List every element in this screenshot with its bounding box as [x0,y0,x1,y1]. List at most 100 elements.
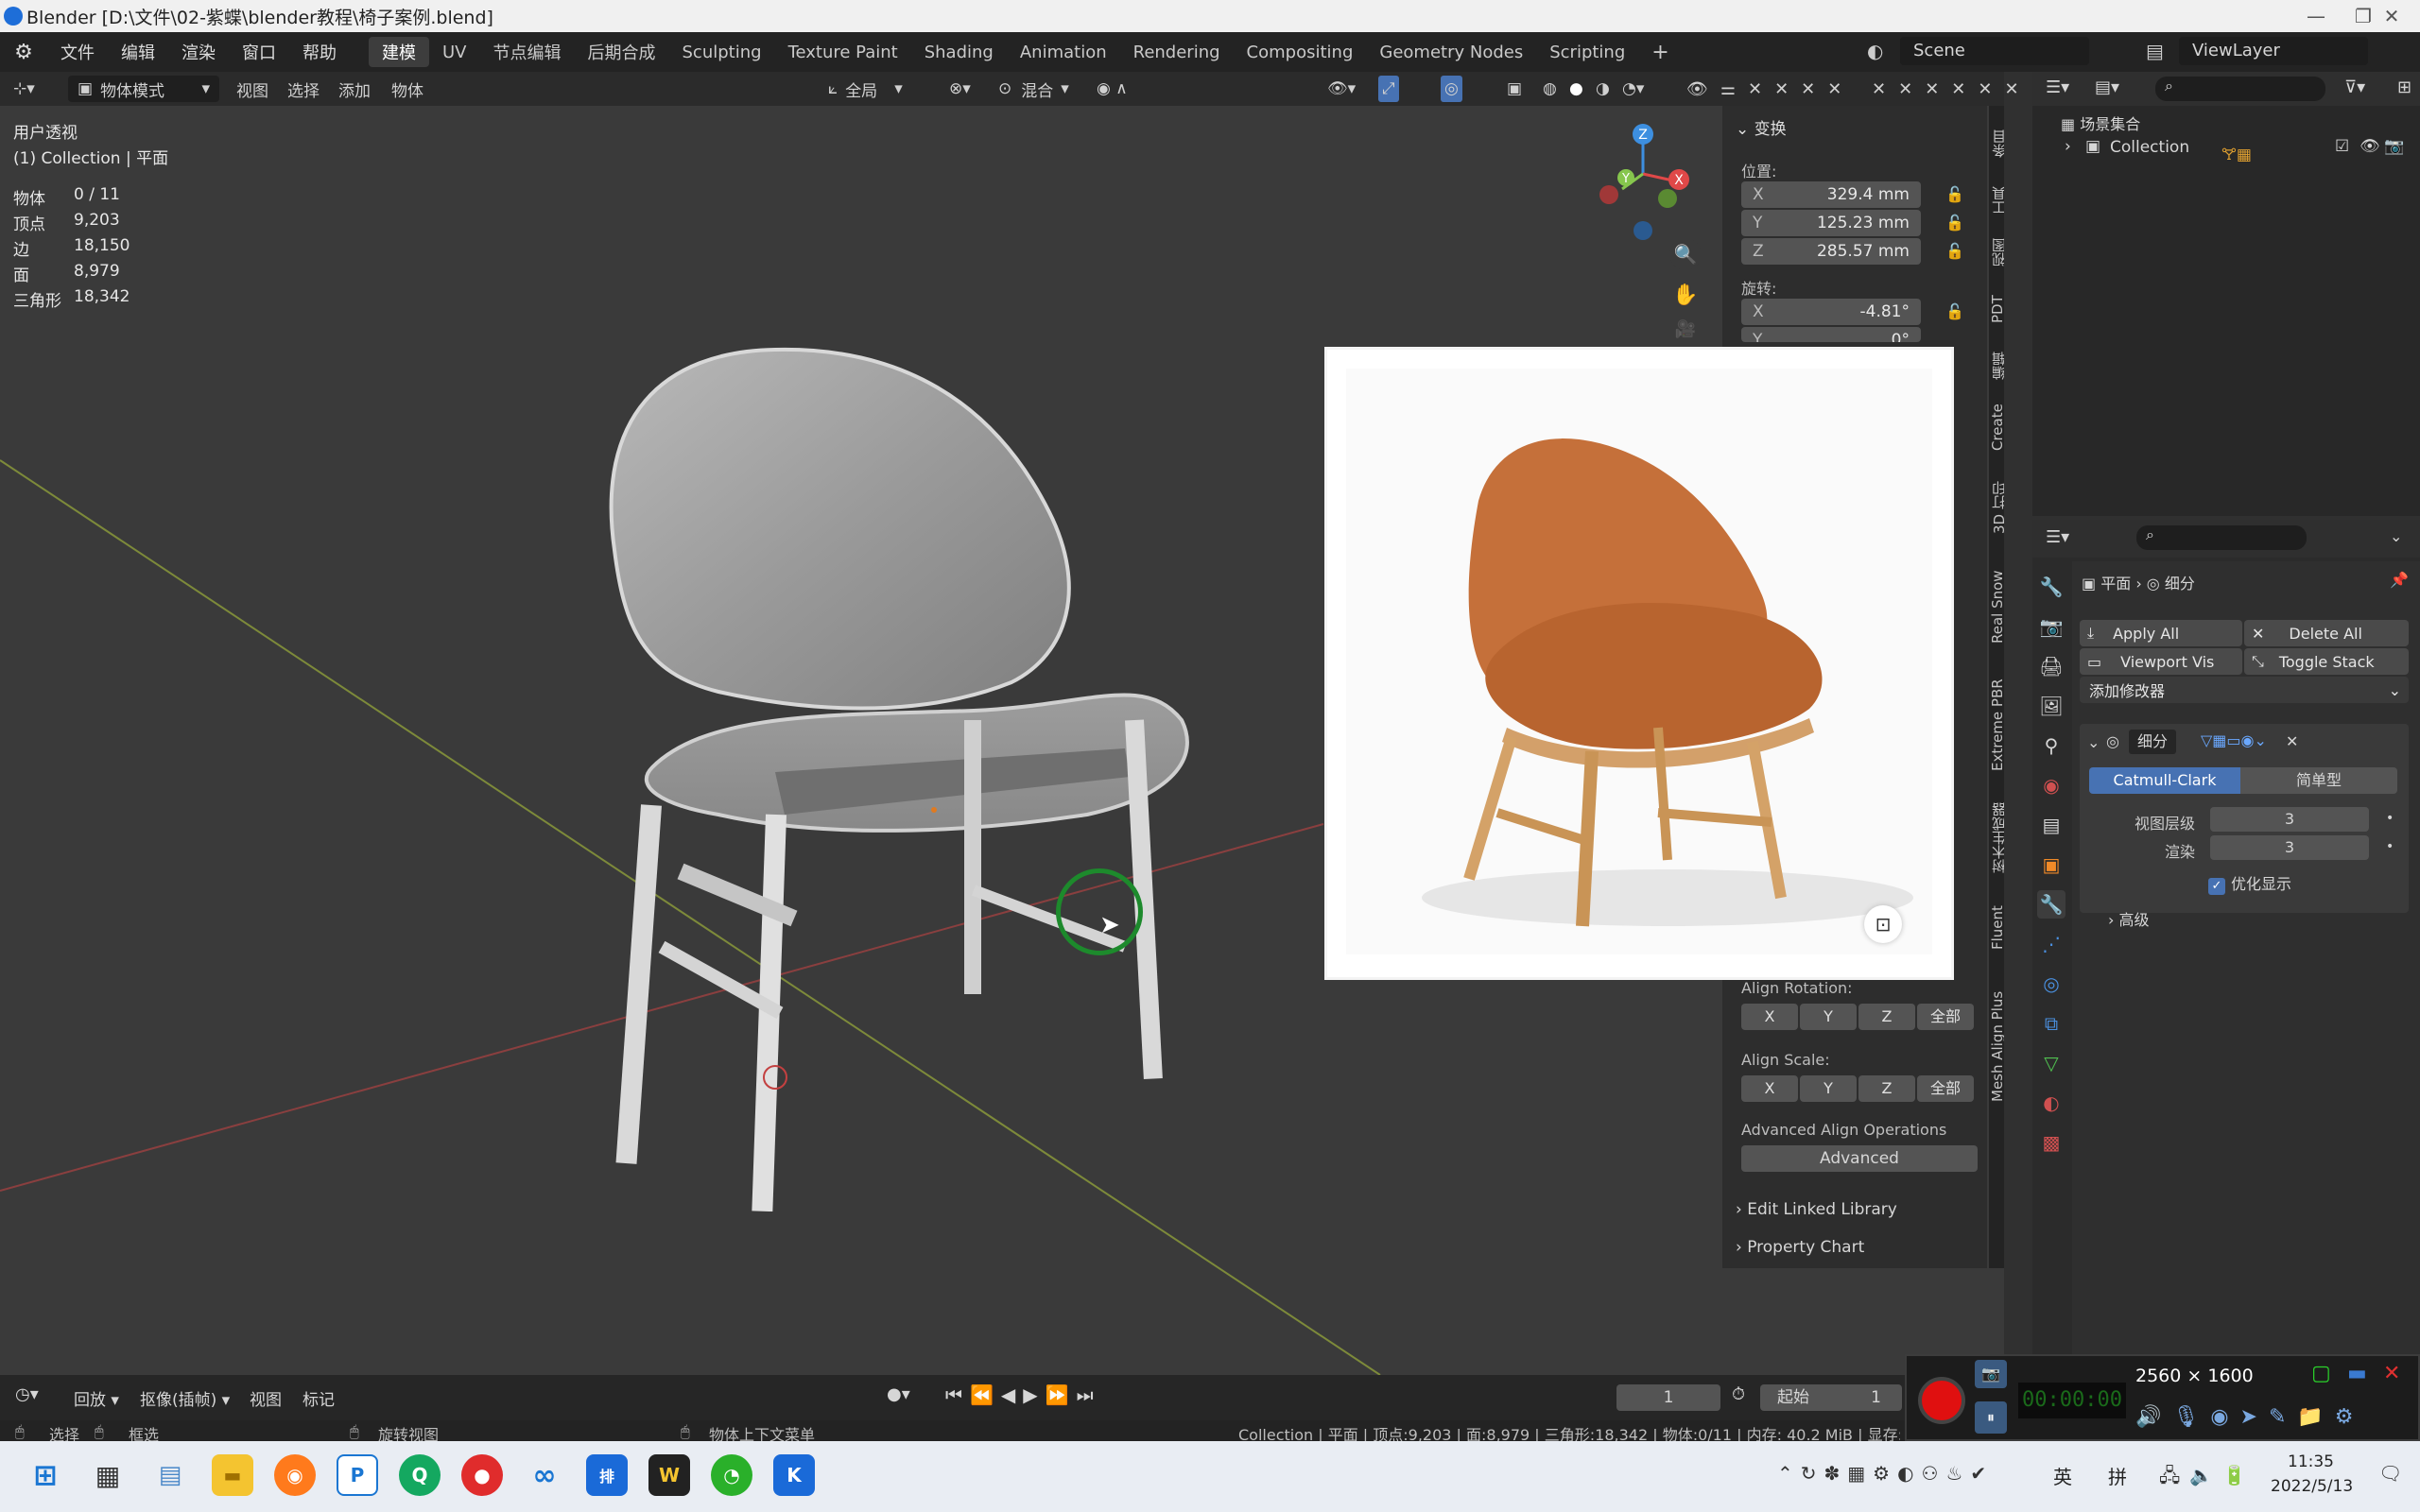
record-button[interactable] [1918,1377,1965,1424]
align-scale-y-button[interactable]: Y [1800,1075,1857,1102]
outliner-search-input[interactable]: ⌕ [2155,77,2325,101]
tab-tool[interactable]: 工具 [1989,177,2004,224]
notification-icon[interactable]: 🗨 [2378,1462,2402,1485]
chair-model[interactable] [558,342,1219,1211]
notepad-icon[interactable]: ▤ [149,1454,191,1496]
property-chart-header[interactable]: › Property Chart [1736,1238,1864,1257]
menu-view[interactable]: 视图 [236,76,268,102]
close-button[interactable]: ✕ [2363,0,2420,32]
recorder-close-icon[interactable]: ✕ [2383,1362,2400,1385]
checkbox-icon[interactable]: ☑ [2335,137,2349,156]
recorder-tool-icons[interactable]: 🔊🎙◉➤✎📁⚙ [2135,1405,2365,1429]
tab-fluent[interactable]: Fluent [1989,895,2004,961]
simple-button[interactable]: 简单型 [2240,767,2397,794]
properties-search-input[interactable]: ⌕ [2136,525,2307,550]
menu-render[interactable]: 渲染 [168,40,229,64]
tab-pdt[interactable]: PDT [1989,285,2004,333]
menu-help[interactable]: 帮助 [289,40,350,64]
tray-network-volume-icons[interactable]: 🖧🔈🔋 [2159,1462,2256,1494]
catmull-clark-button[interactable]: Catmull-Clark [2089,767,2240,794]
optimal-display-checkbox[interactable]: ✓ 优化显示 [2208,871,2291,895]
camera-icon[interactable]: 📷 [2384,137,2404,156]
visibility-toggles[interactable]: 👁⚌✕✕✕✕ ✕✕✕✕✕✕ [1686,76,2031,102]
tab-edit[interactable]: 编辑 [1989,342,2004,389]
object-tab-icon[interactable]: ▣ [2037,850,2066,879]
lock-icon[interactable]: 🔓 [1945,214,1964,232]
shading-rendered-icon[interactable]: ◔▾ [1622,76,1644,102]
display-mode-icon[interactable]: ▤▾ [2095,77,2119,97]
ime-language[interactable]: 英 [2053,1462,2072,1489]
timeline-marker-menu[interactable]: 标记 [302,1386,335,1410]
transform-orientation-selector[interactable]: ⟀ 全局 ▾ [828,76,903,102]
recorder-minimize-icon[interactable]: ▬ [2347,1362,2367,1385]
modifier-name-field[interactable]: 细分 [2129,730,2176,754]
filter-icon[interactable]: ⊽▾ [2344,77,2365,97]
add-modifier-dropdown[interactable]: 添加修改器 ⌄ [2080,677,2409,703]
tab-sculpting[interactable]: Sculpting [669,37,775,67]
rotation-x-field[interactable]: X -4.81° [1741,299,1921,325]
mode-selector[interactable]: ▣ 物体模式 ▾ [68,76,219,102]
firefox-icon[interactable]: ◉ [274,1454,316,1496]
tab-scripting[interactable]: Scripting [1536,37,1638,67]
ime-mode[interactable]: 拼 [2108,1462,2127,1489]
record-keyframe-icon[interactable]: ●▾ [887,1384,910,1404]
close-icon[interactable]: ✕ [2286,732,2298,750]
clock-time[interactable]: 11:35 [2288,1452,2334,1471]
tab-real-snow[interactable]: Real Snow [1989,555,2004,659]
shading-material-icon[interactable]: ◑ [1596,76,1610,102]
pin-icon[interactable]: 📌 [2390,571,2409,589]
outliner-editor-icon[interactable]: ☰▾ [2046,77,2069,97]
screenshot-capture-icon[interactable]: ⊡ [1864,905,1902,943]
shading-wireframe-icon[interactable]: ◍ [1543,76,1557,102]
app-p-icon[interactable]: P [337,1454,378,1496]
viewport-vis-button[interactable]: ▭ Viewport Vis [2080,648,2242,675]
tab-shading[interactable]: Shading [911,37,1007,67]
particles-tab-icon[interactable]: ⋰ [2037,930,2066,958]
viewlayer-icon[interactable]: ▤ [2146,40,2164,62]
tab-3d-print[interactable]: 3D 打印 [1989,470,2004,545]
stopwatch-icon[interactable]: ⏱ [1732,1384,1745,1404]
app-k-icon[interactable]: K [773,1454,815,1496]
visibility-icon[interactable]: 👁▾ [1327,76,1356,102]
app-w-icon[interactable]: W [648,1454,690,1496]
modifier-header[interactable]: ⌄ ◎ 细分 ▽▦▭◉⌄ ✕ [2087,730,2403,756]
frame-start-field[interactable]: 起始 1 [1760,1384,1902,1411]
file-explorer-icon[interactable]: ▬ [212,1454,253,1496]
xray-icon[interactable]: ▣ [1507,76,1522,102]
render-tab-icon[interactable]: 📷 [2037,612,2066,641]
render-levels-field[interactable]: 3 [2210,835,2369,860]
align-scale-all-button[interactable]: 全部 [1917,1075,1974,1102]
tab-uv[interactable]: UV [429,37,480,67]
tab-view[interactable]: 视图 [1989,229,2004,276]
tab-node-edit[interactable]: 节点编辑 [480,37,575,67]
app-red-icon[interactable]: ● [461,1454,503,1496]
advanced-button[interactable]: Advanced [1741,1145,1978,1172]
menu-edit[interactable]: 编辑 [108,40,168,64]
task-view-icon[interactable]: ▦ [87,1454,129,1496]
tab-create[interactable]: Create [1989,394,2004,460]
timeline-editor-icon[interactable]: ◷▾ [15,1384,39,1404]
physics-tab-icon[interactable]: ◎ [2037,970,2066,998]
camera-icon[interactable]: 🎥 [1669,319,1702,339]
texture-tab-icon[interactable]: ▩ [2037,1128,2066,1157]
align-rotation-z-button[interactable]: Z [1858,1004,1915,1030]
proportional-edit-icon[interactable]: ◉ ∧ [1097,76,1128,102]
snap-selector[interactable]: ⊙ 混合 ▾ [998,76,1069,102]
overlay-icon[interactable]: ◎ [1441,76,1462,102]
apply-all-button[interactable]: ⤓ Apply All [2080,620,2242,646]
clock-date[interactable]: 2022/5/13 [2271,1477,2353,1496]
scene-collection-row[interactable]: ▦ 场景集合 [2061,112,2140,134]
edit-linked-library-header[interactable]: › Edit Linked Library [1736,1200,1897,1219]
menu-window[interactable]: 窗口 [229,40,289,64]
location-x-field[interactable]: X 329.4 mm [1741,181,1921,208]
align-rotation-x-button[interactable]: X [1741,1004,1798,1030]
recorder-pause-icon[interactable]: ⏸ [1975,1401,2007,1434]
keying-menu[interactable]: 抠像(插帧) ▾ [140,1386,230,1410]
chevron-right-icon[interactable]: › [2065,137,2071,156]
recorder-window-icon[interactable]: ▢ [2311,1362,2331,1385]
collection-row[interactable]: › ▣ Collection 🝖▦ ☑ 👁 📷 [2032,134,2420,164]
playback-controls[interactable]: ⏮⏪◀▶⏩⏭ [945,1383,1101,1406]
playback-menu[interactable]: 回放 ▾ [74,1386,119,1410]
add-workspace-button[interactable]: + [1638,37,1682,67]
align-rotation-all-button[interactable]: 全部 [1917,1004,1974,1030]
